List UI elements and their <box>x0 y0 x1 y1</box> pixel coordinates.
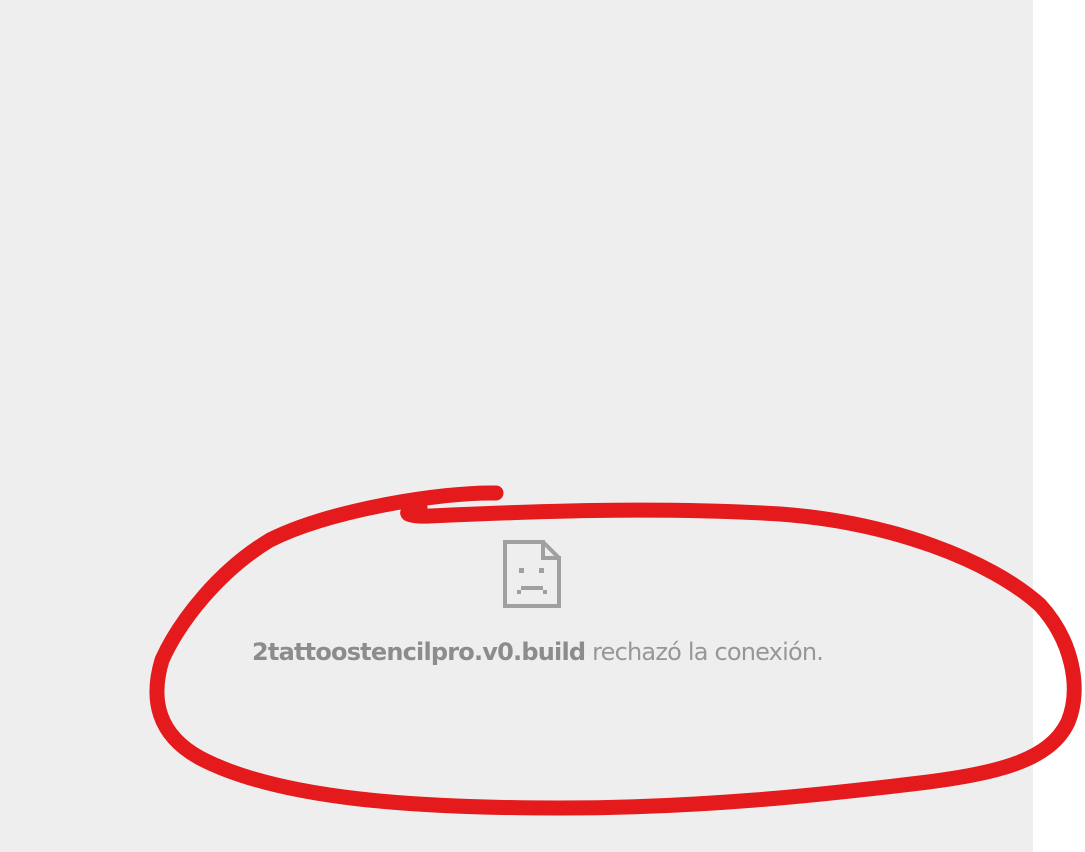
sad-page-icon <box>503 540 561 608</box>
page: 2tattoostencilpro.v0.build rechazó la co… <box>0 0 1085 852</box>
error-message: 2tattoostencilpro.v0.build rechazó la co… <box>252 634 952 670</box>
error-host: 2tattoostencilpro.v0.build <box>252 638 586 666</box>
embedded-frame: 2tattoostencilpro.v0.build rechazó la co… <box>0 0 1033 852</box>
error-text: rechazó la conexión. <box>585 638 824 666</box>
